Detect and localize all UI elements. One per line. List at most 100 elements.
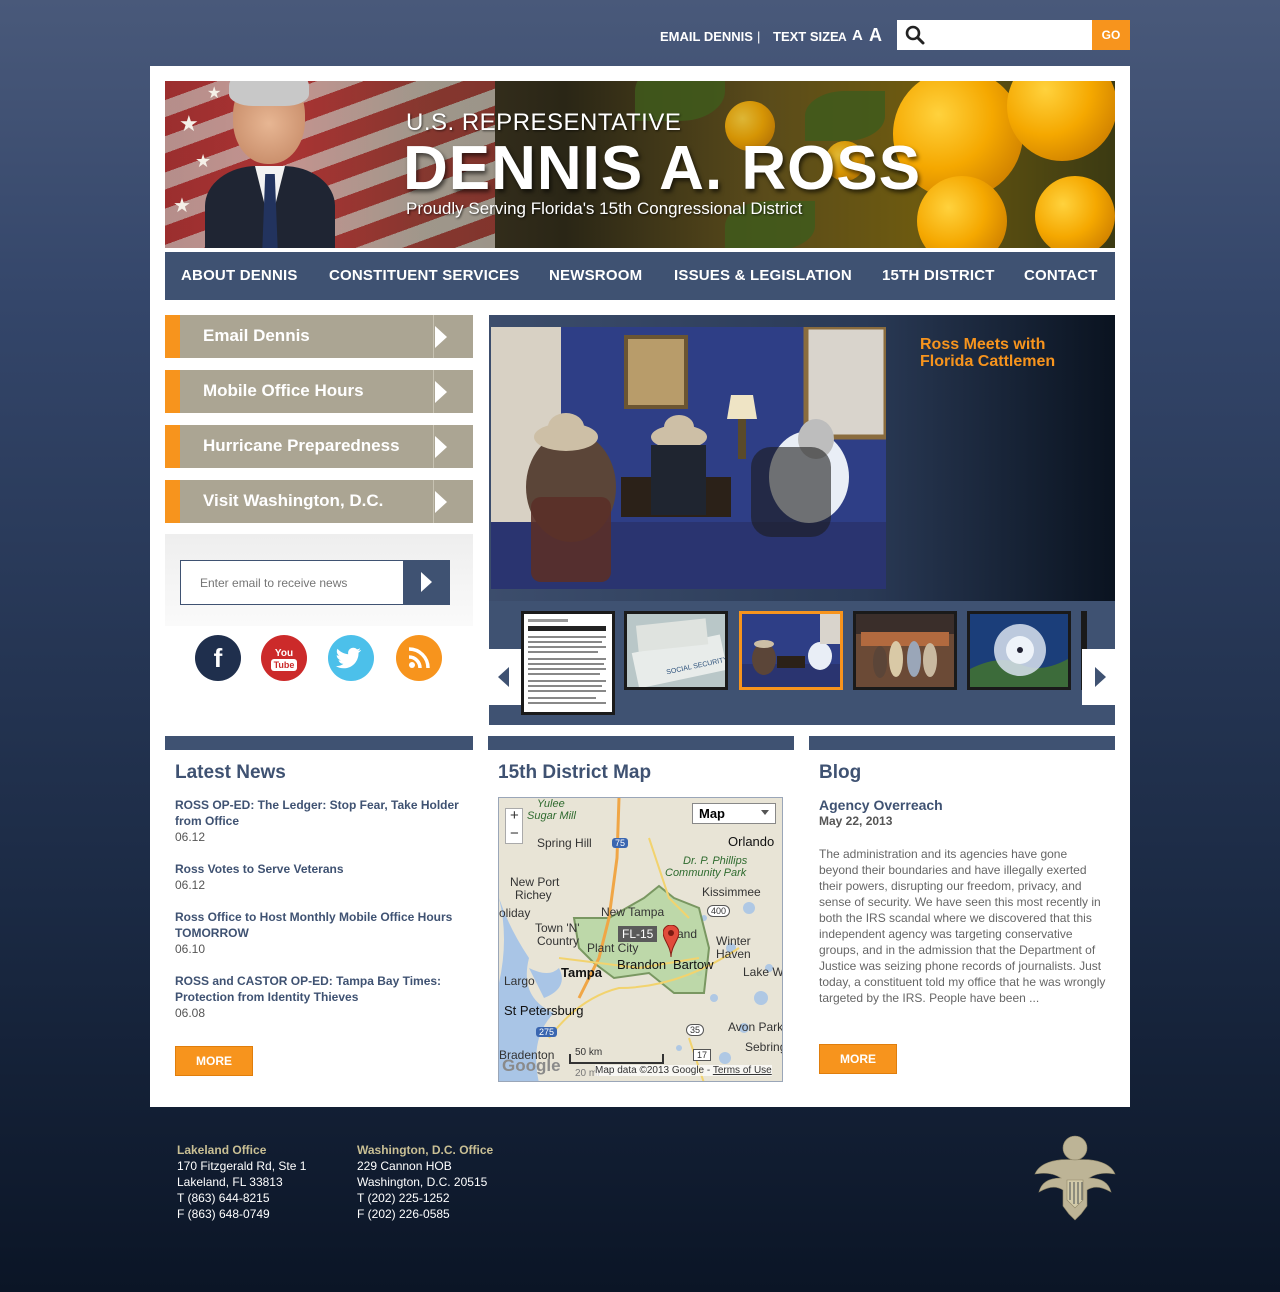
representative-name: DENNIS A. ROSS	[403, 134, 922, 203]
map-place-label: Dr. P. Phillips	[683, 855, 748, 867]
quick-link-visit-washington[interactable]: Visit Washington, D.C.	[165, 480, 473, 523]
news-link[interactable]: ROSS OP-ED: The Ledger: Stop Fear, Take …	[175, 797, 470, 829]
latest-news-title: Latest News	[175, 762, 286, 783]
quick-link-hurricane-preparedness[interactable]: Hurricane Preparedness	[165, 425, 473, 468]
rss-icon	[408, 647, 430, 669]
news-link[interactable]: Ross Votes to Serve Veterans	[175, 861, 470, 877]
email-dennis-link[interactable]: EMAIL DENNIS	[660, 29, 753, 44]
highway-shield: 35	[686, 1024, 705, 1036]
chevron-left-icon	[498, 667, 509, 687]
google-logo: Google	[502, 1056, 561, 1075]
map-zoom-out-button[interactable]: −	[510, 825, 519, 842]
blog-heading: Blog	[819, 762, 862, 783]
office-name: Washington, D.C. Office	[357, 1143, 494, 1157]
rss-link[interactable]	[396, 635, 442, 681]
slide-thumbnail[interactable]	[853, 611, 957, 690]
quick-link-email-dennis[interactable]: Email Dennis	[165, 315, 473, 358]
twitter-link[interactable]	[328, 635, 374, 681]
newsletter-email-input[interactable]	[180, 560, 404, 605]
quick-link-label: Visit Washington, D.C.	[203, 491, 384, 510]
map-zoom-in-button[interactable]: +	[510, 807, 519, 824]
slide-thumbnail-active[interactable]	[739, 611, 843, 690]
news-date: 06.10	[175, 942, 206, 956]
twitter-icon	[335, 647, 362, 669]
text-size-medium-button[interactable]: A	[852, 27, 863, 44]
district-map[interactable]: + − Map Yulee Sugar Mill Orlando Spring …	[498, 797, 783, 1082]
office-address-line1: 229 Cannon HOB	[357, 1159, 452, 1173]
blog-post-title-link[interactable]: Agency Overreach	[819, 797, 943, 813]
map-terms-link[interactable]: Terms of Use	[713, 1065, 772, 1076]
representative-portrait	[205, 81, 335, 248]
search-go-button[interactable]: GO	[1092, 20, 1130, 50]
quick-link-label: Mobile Office Hours	[203, 381, 364, 400]
previous-slide-button[interactable]	[489, 649, 523, 705]
blog-post-excerpt: The administration and its agencies have…	[819, 847, 1106, 1005]
map-place-label: Richey	[515, 888, 552, 902]
chevron-right-icon	[435, 326, 447, 348]
slide-thumbnail[interactable]: SOCIAL SECURITY	[624, 611, 728, 690]
page-container: ★ ★ ★ ★ U.S. REPRESENTATIVE DENNIS A. RO…	[150, 66, 1130, 1107]
district-label: FL-15	[618, 926, 658, 942]
slide-photo[interactable]	[491, 327, 886, 589]
newsletter-submit-button[interactable]	[403, 560, 450, 605]
youtube-icon: You Tube	[271, 648, 297, 671]
map-marker-icon[interactable]	[663, 925, 679, 957]
nav-newsroom[interactable]: NEWSROOM	[549, 267, 642, 284]
text-size-large-button[interactable]: A	[869, 25, 882, 46]
map-place-label: Country	[537, 934, 580, 948]
news-link[interactable]: Ross Office to Host Monthly Mobile Offic…	[175, 909, 470, 941]
map-place-label: St Petersburg	[504, 1003, 584, 1018]
slide-caption: Ross Meets with Florida Cattlemen	[920, 336, 1056, 370]
star-icon: ★	[173, 195, 191, 217]
map-place-label: Yulee	[537, 798, 565, 810]
latest-news-bar	[165, 736, 473, 750]
office-phone: T (863) 644-8215	[177, 1191, 270, 1205]
map-place-label: Kissimmee	[702, 885, 761, 899]
utility-bar: EMAIL DENNIS | TEXT SIZE A A A GO	[0, 20, 1280, 50]
map-place-label: New Port	[510, 875, 560, 889]
map-place-label: and	[677, 927, 698, 941]
news-more-button[interactable]: MORE	[175, 1046, 253, 1076]
slide-thumbnail[interactable]	[521, 611, 615, 715]
office-address-line2: Lakeland, FL 33813	[177, 1175, 283, 1189]
footer-office-washington: Washington, D.C. Office 229 Cannon HOB W…	[357, 1142, 493, 1222]
nav-15th-district[interactable]: 15TH DISTRICT	[882, 267, 995, 284]
map-place-label: Avon Park	[728, 1020, 783, 1034]
orange-decoration	[1007, 81, 1115, 161]
map-place-label: Brandon	[617, 957, 667, 972]
map-place-label: Spring Hill	[537, 836, 592, 850]
youtube-link[interactable]: You Tube	[261, 635, 307, 681]
text-size-small-button[interactable]: A	[838, 30, 847, 44]
next-slide-button[interactable]	[1082, 649, 1116, 705]
search-input[interactable]	[931, 24, 1086, 46]
news-item: ROSS OP-ED: The Ledger: Stop Fear, Take …	[175, 797, 470, 845]
map-type-value: Map	[699, 806, 725, 821]
nav-constituent-services[interactable]: CONSTITUENT SERVICES	[329, 267, 519, 284]
map-type-select[interactable]: Map	[692, 803, 776, 824]
map-place-label: Lake W	[743, 965, 783, 979]
orange-decoration	[1035, 176, 1115, 248]
search-box	[897, 20, 1092, 50]
quick-link-mobile-office-hours[interactable]: Mobile Office Hours	[165, 370, 473, 413]
blog-bar	[809, 736, 1115, 750]
map-place-label: Winter	[716, 934, 751, 948]
news-item: ROSS and CASTOR OP-ED: Tampa Bay Times: …	[175, 973, 470, 1021]
slide-thumbnail[interactable]	[967, 611, 1071, 690]
nav-about-dennis[interactable]: ABOUT DENNIS	[181, 267, 298, 284]
district-map-title: 15th District Map	[498, 762, 652, 783]
blog-more-button[interactable]: MORE	[819, 1044, 897, 1074]
office-fax: F (202) 226-0585	[357, 1207, 450, 1221]
map-scale-km: 50 km	[575, 1047, 603, 1058]
quick-link-label: Email Dennis	[203, 326, 310, 345]
highway-shield: 17	[693, 1049, 712, 1061]
office-address-line2: Washington, D.C. 20515	[357, 1175, 488, 1189]
chevron-down-icon	[761, 810, 769, 815]
map-place-label: Sugar Mill	[527, 810, 576, 822]
svg-text:Tube: Tube	[274, 660, 295, 670]
nav-contact[interactable]: CONTACT	[1024, 267, 1098, 284]
star-icon: ★	[179, 111, 199, 136]
nav-issues-legislation[interactable]: ISSUES & LEGISLATION	[674, 267, 852, 284]
chevron-right-icon	[435, 381, 447, 403]
news-link[interactable]: ROSS and CASTOR OP-ED: Tampa Bay Times: …	[175, 973, 470, 1005]
facebook-link[interactable]: f	[195, 635, 241, 681]
